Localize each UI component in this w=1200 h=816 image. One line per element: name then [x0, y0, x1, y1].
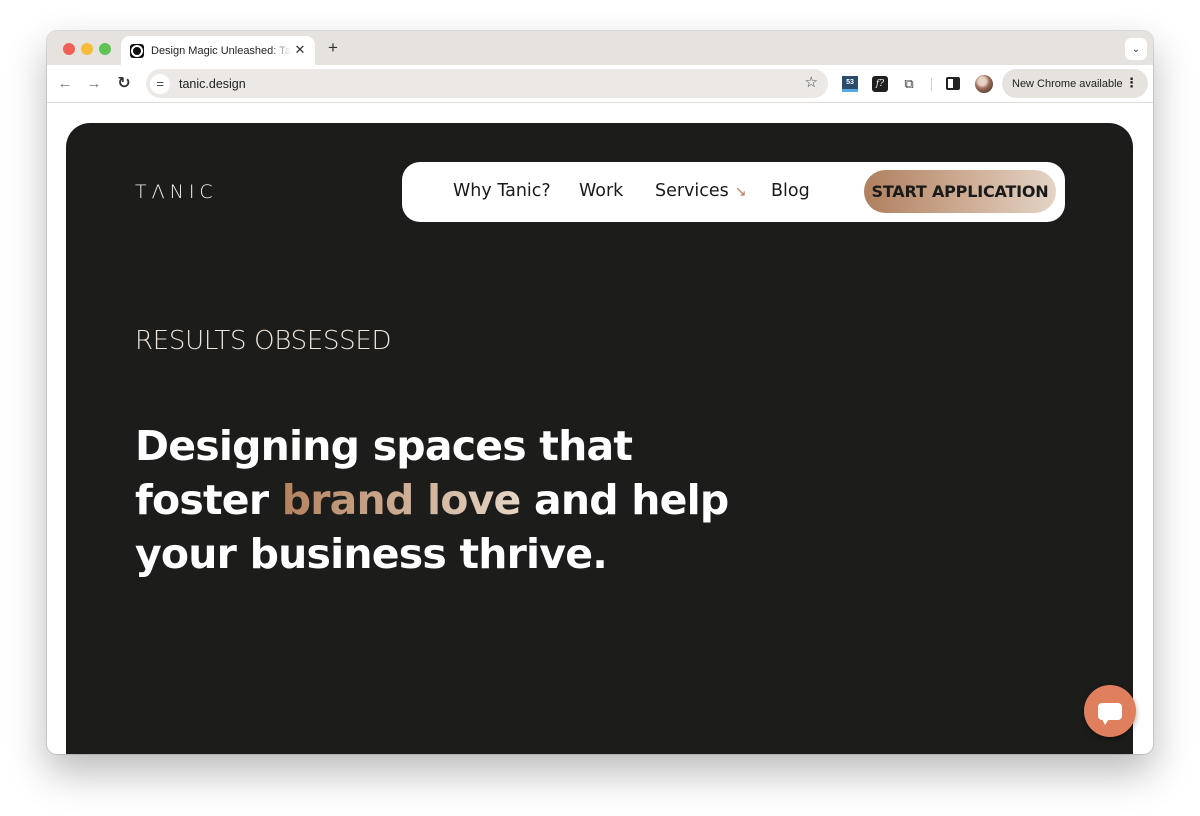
more-menu-icon[interactable]: ⋮ [1125, 75, 1138, 91]
side-panel-icon[interactable] [946, 77, 960, 90]
hero-headline: Designing spaces that foster brand love … [135, 419, 755, 581]
main-nav: Why Tanic? Work Services ↘ Blog START APP… [402, 162, 1065, 222]
profile-avatar[interactable] [975, 75, 993, 93]
puzzle-icon[interactable]: ⧉ [901, 76, 917, 92]
maximize-window-button[interactable] [99, 43, 111, 55]
53-extension-icon[interactable]: 53 [842, 76, 858, 92]
nav-link-services[interactable]: Services ↘ [655, 181, 747, 201]
tab-active[interactable]: Design Magic Unleashed: Tanic ✕ [121, 36, 315, 65]
chat-bubble-icon [1098, 702, 1122, 725]
hero-section: TΛNIC Why Tanic? Work Services ↘ Blog STA… [66, 123, 1133, 754]
close-tab-icon[interactable]: ✕ [292, 42, 308, 58]
tab-search-chevron-icon[interactable]: ⌄ [1125, 38, 1147, 60]
reload-icon[interactable]: ↻ [114, 74, 134, 94]
close-window-button[interactable] [63, 43, 75, 55]
hero-eyebrow: RESULTS OBSESSED [135, 326, 392, 356]
new-tab-button[interactable]: + [324, 39, 342, 57]
page-viewport: TΛNIC Why Tanic? Work Services ↘ Blog STA… [47, 103, 1153, 754]
headline-accent: brand love [281, 476, 522, 524]
new-chrome-available-button[interactable]: New Chrome available ⋮ [1002, 69, 1148, 98]
minimize-window-button[interactable] [81, 43, 93, 55]
toolbar-divider [931, 78, 932, 91]
back-arrow-icon[interactable]: ← [55, 74, 75, 94]
nav-link-services-label: Services [655, 181, 729, 201]
browser-toolbar: ← → ↻ ⚌ tanic.design ☆ 53 f? ⧉ New Chrom… [47, 65, 1153, 103]
update-chip-label: New Chrome available [1012, 77, 1123, 90]
nav-link-blog[interactable]: Blog [771, 181, 810, 201]
start-application-button[interactable]: START APPLICATION [864, 170, 1056, 213]
address-bar[interactable]: ⚌ tanic.design ☆ [146, 69, 828, 98]
arrow-down-right-icon: ↘ [734, 184, 747, 200]
tab-title: Design Magic Unleashed: Tanic [151, 44, 291, 57]
f-extension-icon[interactable]: f? [872, 76, 888, 92]
bookmark-star-icon[interactable]: ☆ [805, 74, 818, 92]
tab-strip: Design Magic Unleashed: Tanic ✕ + ⌄ [47, 31, 1153, 65]
tanic-favicon-icon [130, 43, 144, 58]
nav-link-work[interactable]: Work [579, 181, 623, 201]
browser-window: Design Magic Unleashed: Tanic ✕ + ⌄ ← → … [47, 31, 1153, 754]
tanic-logo[interactable]: TΛNIC [135, 181, 218, 203]
forward-arrow-icon[interactable]: → [84, 74, 104, 94]
site-settings-icon[interactable]: ⚌ [150, 73, 170, 94]
chat-widget-button[interactable] [1084, 685, 1136, 737]
url-text[interactable]: tanic.design [179, 77, 246, 91]
nav-link-why-tanic[interactable]: Why Tanic? [453, 181, 551, 201]
